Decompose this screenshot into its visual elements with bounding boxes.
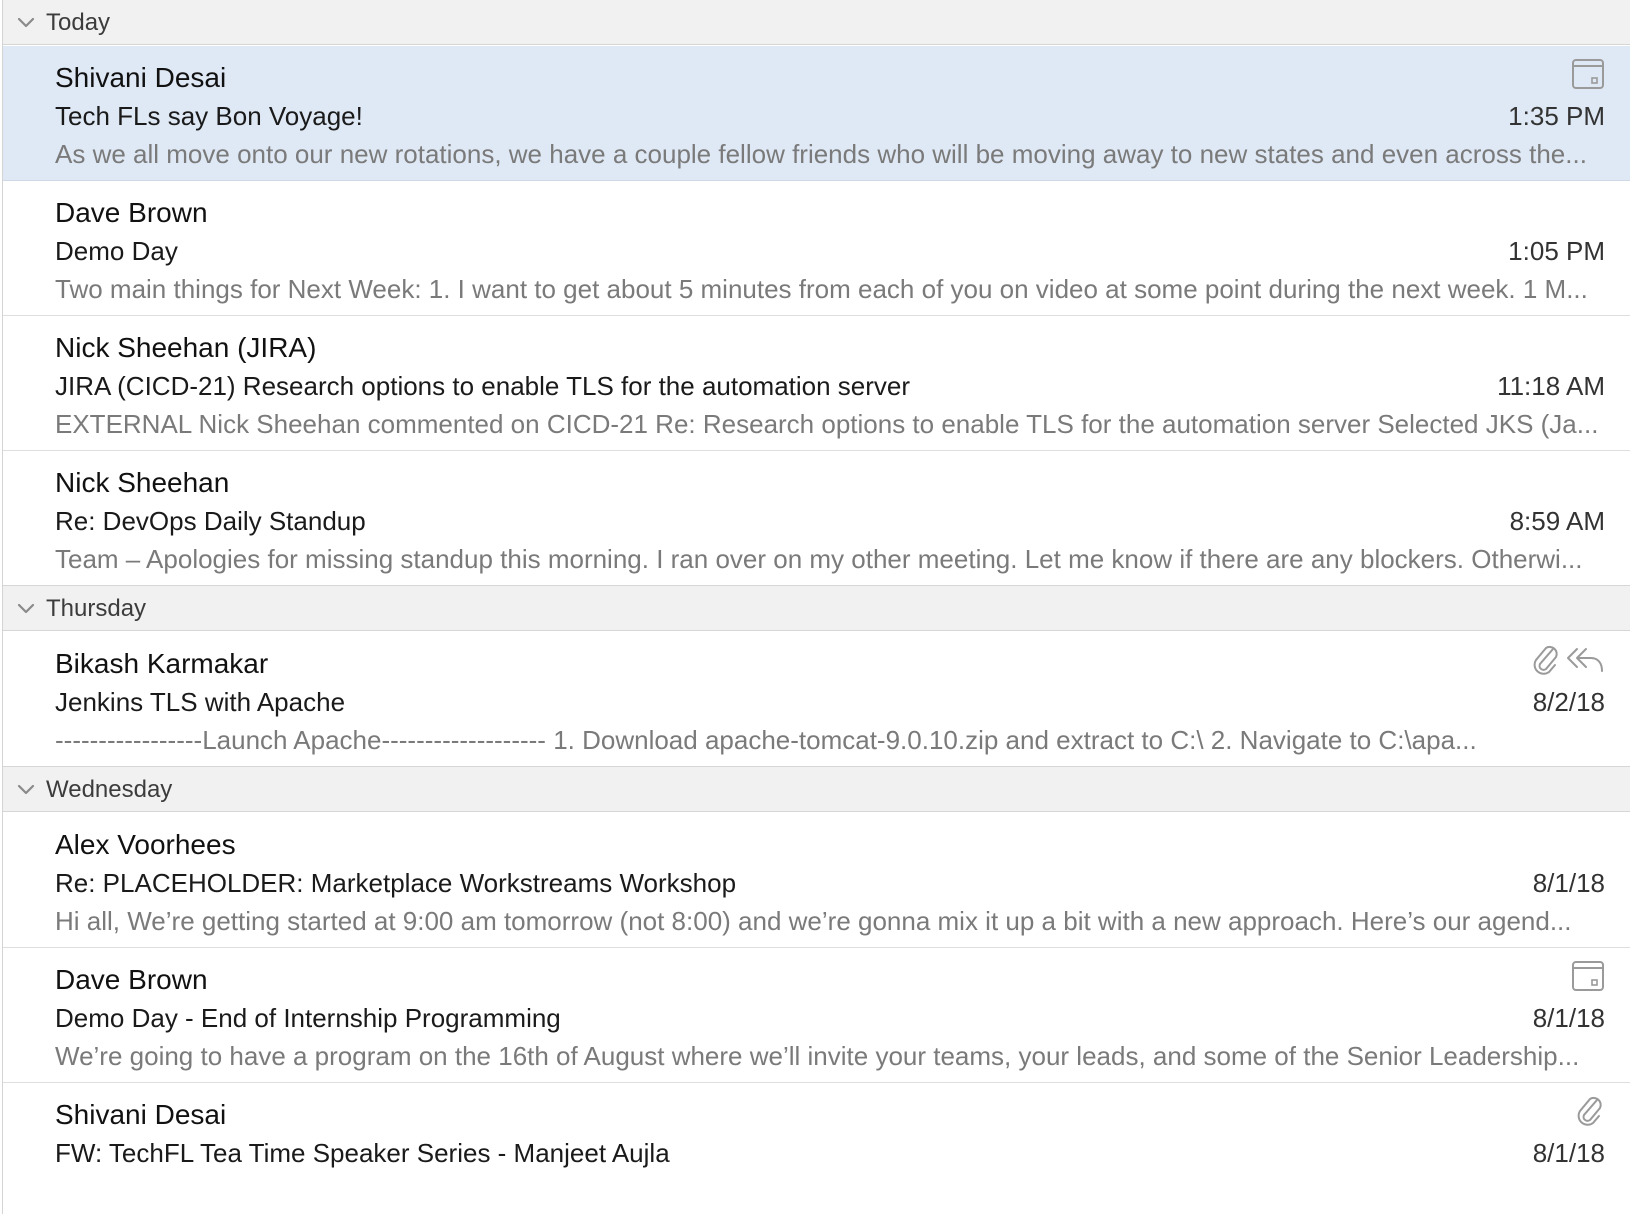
message-row[interactable]: Shivani Desai Tech FLs say Bon Voyage! 1:3… <box>3 46 1630 181</box>
group-title: Thursday <box>46 595 147 622</box>
sender-name: Dave Brown <box>55 964 208 995</box>
sender-name: Shivani Desai <box>55 1099 227 1130</box>
message-preview: We’re going to have a program on the 16t… <box>55 1041 1580 1071</box>
message-subject: Re: PLACEHOLDER: Marketplace Workstreams… <box>55 868 737 898</box>
message-row[interactable]: Dave Brown Demo Day 1:05 PM Two main things… <box>3 181 1630 316</box>
message-status-icons <box>1575 1093 1605 1129</box>
sender-name: Dave Brown <box>55 197 208 228</box>
attachment-icon <box>1531 643 1561 677</box>
group-header-wednesday[interactable]: Wednesday <box>3 766 1630 812</box>
message-row[interactable]: Dave Brown Demo Day - End of Internship P… <box>3 948 1630 1083</box>
sender-name: Alex Voorhees <box>55 829 236 860</box>
message-time: 8:59 AM <box>1509 506 1605 536</box>
message-subject: Demo Day <box>55 236 178 266</box>
message-preview: Two main things for Next Week: 1. I want… <box>55 274 1588 304</box>
message-row[interactable]: Nick Sheehan (JIRA) JIRA (CICD-21) Resear… <box>3 316 1630 451</box>
sender-name: Nick Sheehan <box>55 467 230 498</box>
chevron-down-icon[interactable] <box>15 597 37 619</box>
attachment-icon <box>1575 1094 1605 1128</box>
message-preview: Team – Apologies for missing standup thi… <box>55 544 1583 574</box>
message-preview: As we all move onto our new rotations, w… <box>55 139 1587 169</box>
message-preview: Hi all, We’re getting started at 9:00 am… <box>55 906 1572 936</box>
sender-name: Nick Sheehan (JIRA) <box>55 332 317 363</box>
message-subject: Demo Day - End of Internship Programming <box>55 1003 561 1033</box>
sender-name: Bikash Karmakar <box>55 648 269 679</box>
message-time: 8/1/18 <box>1532 1138 1605 1168</box>
group-title: Today <box>46 9 111 36</box>
message-row[interactable]: Nick Sheehan Re: DevOps Daily Standup 8:59… <box>3 451 1630 586</box>
message-preview: EXTERNAL Nick Sheehan commented on CICD-… <box>55 409 1599 439</box>
calendar-icon <box>1571 58 1605 90</box>
message-subject: JIRA (CICD-21) Research options to enabl… <box>55 371 911 401</box>
message-time: 8/2/18 <box>1532 687 1605 717</box>
group-header-thursday[interactable]: Thursday <box>3 585 1630 631</box>
group-header-today[interactable]: Today <box>3 0 1630 45</box>
message-status-icons <box>1571 958 1605 994</box>
message-row[interactable]: Alex Voorhees Re: PLACEHOLDER: Marketplac… <box>3 813 1630 948</box>
message-status-icons <box>1531 642 1605 678</box>
message-row[interactable]: Bikash Karmakar Jenkins TLS with Apache 8/… <box>3 632 1630 767</box>
calendar-icon <box>1571 960 1605 992</box>
message-time: 8/1/18 <box>1532 1003 1605 1033</box>
message-list[interactable]: Today Shivani Desai Tech FLs say Bon Voyag… <box>2 0 1630 1214</box>
message-status-icons <box>1571 56 1605 92</box>
message-time: 1:35 PM <box>1508 101 1605 131</box>
message-time: 8/1/18 <box>1532 868 1605 898</box>
message-preview: -----------------Launch Apache----------… <box>55 725 1477 755</box>
message-subject: Jenkins TLS with Apache <box>55 687 346 717</box>
message-subject: Tech FLs say Bon Voyage! <box>55 101 363 131</box>
message-time: 11:18 AM <box>1497 371 1605 401</box>
message-time: 1:05 PM <box>1508 236 1605 266</box>
reply-all-icon <box>1565 643 1605 677</box>
message-subject: Re: DevOps Daily Standup <box>55 506 366 536</box>
chevron-down-icon[interactable] <box>15 778 37 800</box>
group-title: Wednesday <box>46 776 173 803</box>
message-subject: FW: TechFL Tea Time Speaker Series - Man… <box>55 1138 670 1168</box>
sender-name: Shivani Desai <box>55 62 227 93</box>
message-row[interactable]: Shivani Desai FW: TechFL Tea Time Speaker… <box>3 1083 1630 1214</box>
chevron-down-icon[interactable] <box>15 11 37 33</box>
